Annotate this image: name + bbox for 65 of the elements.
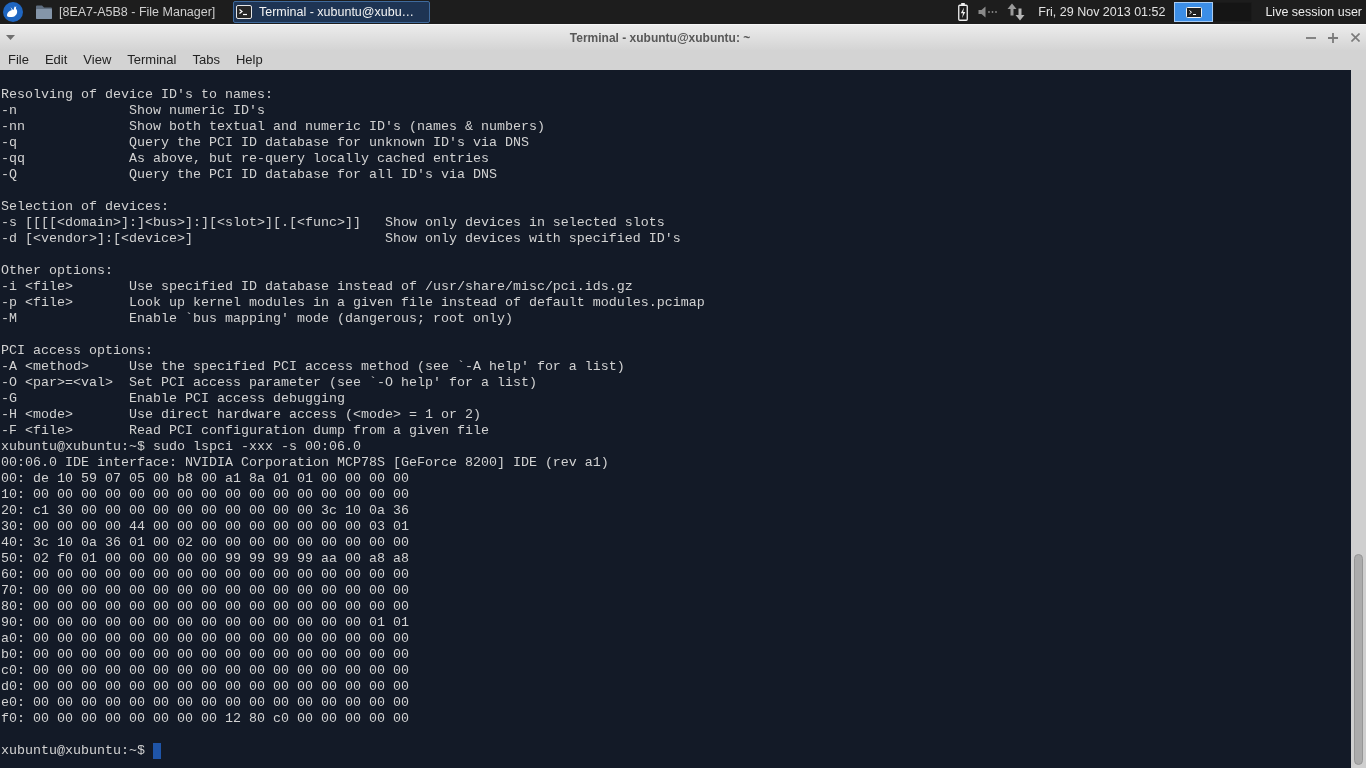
close-icon bbox=[1350, 33, 1360, 42]
terminal-line: -A <method> Use the specified PCI access method (see `-A help' for a list) bbox=[1, 359, 625, 375]
menu-item[interactable]: File bbox=[0, 50, 37, 70]
terminal-line: 80: 00 00 00 00 00 00 00 00 00 00 00 00 00 00 00 00 bbox=[1, 599, 409, 615]
terminal-line: 00:06.0 IDE interface: NVIDIA Corporation MCP78S [GeForce 8200] IDE (rev a1) bbox=[1, 455, 609, 471]
terminal-icon bbox=[236, 5, 252, 19]
terminal-line: -G Enable PCI access debugging bbox=[1, 391, 345, 407]
terminal-line: a0: 00 00 00 00 00 00 00 00 00 00 00 00 00 00 00 00 bbox=[1, 631, 409, 647]
user-menu-button[interactable]: Live session user bbox=[1265, 2, 1362, 22]
plus-icon bbox=[1328, 32, 1338, 43]
terminal-line: 60: 00 00 00 00 00 00 00 00 00 00 00 00 00 00 00 00 bbox=[1, 567, 409, 583]
terminal-icon bbox=[1185, 6, 1202, 18]
shell-prompt: xubuntu@xubuntu:~$ bbox=[1, 743, 145, 759]
speaker-muted-icon bbox=[978, 6, 999, 18]
window-title: Terminal - xubuntu@xubuntu: ~ bbox=[569, 29, 751, 47]
terminal-line: -M Enable `bus mapping' mode (dangerous; root only) bbox=[1, 311, 513, 327]
terminal-line: -p <file> Look up kernel modules in a given file instead of default modules.pcimap bbox=[1, 295, 705, 311]
terminal-line: -s [[[[<domain>]:]<bus>]:][<slot>][.[<func>]] Show only devices in selected slots bbox=[1, 215, 665, 231]
menu-item[interactable]: Help bbox=[227, 50, 271, 70]
clock: Fri, 29 Nov 2013 01:52 bbox=[1038, 3, 1166, 21]
caret-icon bbox=[5, 35, 15, 40]
applications-menu-button[interactable] bbox=[3, 2, 23, 22]
terminal-line: 30: 00 00 00 00 44 00 00 00 00 00 00 00 00 00 03 01 bbox=[1, 519, 409, 535]
terminal-line: -i <file> Use specified ID database instead of /usr/share/misc/pci.ids.gz bbox=[1, 279, 633, 295]
terminal-line: -d [<vendor>]:[<device>] Show only devices with specified ID's bbox=[1, 231, 681, 247]
taskbar-button[interactable]: Terminal - xubuntu@xubu… bbox=[233, 1, 430, 23]
taskbar-button[interactable]: [8EA7-A5B8 - File Manager] bbox=[33, 1, 230, 23]
terminal-line: 20: c1 30 00 00 00 00 00 00 00 00 00 00 3c 10 0a 36 bbox=[1, 503, 409, 519]
mouse-logo-icon bbox=[3, 2, 23, 22]
terminal-line: -Q Query the PCI ID database for all ID's via DNS bbox=[1, 167, 497, 183]
terminal-line: Selection of devices: bbox=[1, 199, 169, 215]
folder-icon bbox=[36, 5, 52, 19]
terminal-line: -O <par>=<val> Set PCI access parameter (see `-O help' for a list) bbox=[1, 375, 537, 391]
menu-item[interactable]: Terminal bbox=[119, 50, 185, 70]
terminal-line: 50: 02 f0 01 00 00 00 00 00 99 99 99 99 aa 00 a8 a8 bbox=[1, 551, 409, 567]
menu-item[interactable]: Edit bbox=[36, 50, 76, 70]
terminal-line: PCI access options: bbox=[1, 343, 153, 359]
terminal-line: 40: 3c 10 0a 36 01 00 02 00 00 00 00 00 00 00 00 00 bbox=[1, 535, 409, 551]
terminal-line: xubuntu@xubuntu:~$ sudo lspci -xxx -s 00:06.0 bbox=[1, 439, 361, 455]
terminal-line: b0: 00 00 00 00 00 00 00 00 00 00 00 00 00 00 00 00 bbox=[1, 647, 409, 663]
terminal-line: 00: de 10 59 07 05 00 b8 00 a1 8a 01 01 00 00 00 00 bbox=[1, 471, 409, 487]
terminal-line: 70: 00 00 00 00 00 00 00 00 00 00 00 00 00 00 00 00 bbox=[1, 583, 409, 599]
terminal-line: e0: 00 00 00 00 00 00 00 00 00 00 00 00 00 00 00 00 bbox=[1, 695, 409, 711]
terminal-line: -nn Show both textual and numeric ID's (names & numbers) bbox=[1, 119, 545, 135]
battery-icon bbox=[958, 3, 969, 21]
scrollbar[interactable] bbox=[1351, 70, 1366, 768]
terminal-line: -H <mode> Use direct hardware access (<mode> = 1 or 2) bbox=[1, 407, 481, 423]
network-arrows-icon bbox=[1007, 3, 1026, 21]
terminal-line: -F <file> Read PCI configuration dump from a given file bbox=[1, 423, 489, 439]
terminal-line: -qq As above, but re-query locally cached entries bbox=[1, 151, 489, 167]
terminal-line: Resolving of device ID's to names: bbox=[1, 87, 273, 103]
minimize-icon bbox=[1306, 36, 1316, 39]
terminal-line: c0: 00 00 00 00 00 00 00 00 00 00 00 00 00 00 00 00 bbox=[1, 663, 409, 679]
terminal-line: -n Show numeric ID's bbox=[1, 103, 265, 119]
terminal-pane[interactable] bbox=[0, 70, 1351, 768]
menu-item[interactable]: Tabs bbox=[184, 50, 228, 70]
terminal-line: d0: 00 00 00 00 00 00 00 00 00 00 00 00 00 00 00 00 bbox=[1, 679, 409, 695]
terminal-line: 90: 00 00 00 00 00 00 00 00 00 00 00 00 00 00 01 01 bbox=[1, 615, 409, 631]
terminal-line: 10: 00 00 00 00 00 00 00 00 00 00 00 00 00 00 00 00 bbox=[1, 487, 409, 503]
terminal-line: Other options: bbox=[1, 263, 113, 279]
text-cursor-icon bbox=[152, 743, 161, 759]
terminal-line: -q Query the PCI ID database for unknown ID's via DNS bbox=[1, 135, 529, 151]
scrollbar-thumb[interactable] bbox=[1354, 554, 1363, 765]
menu-item[interactable]: View bbox=[75, 50, 120, 70]
terminal-line: f0: 00 00 00 00 00 00 00 00 12 80 c0 00 00 00 00 00 bbox=[1, 711, 409, 727]
